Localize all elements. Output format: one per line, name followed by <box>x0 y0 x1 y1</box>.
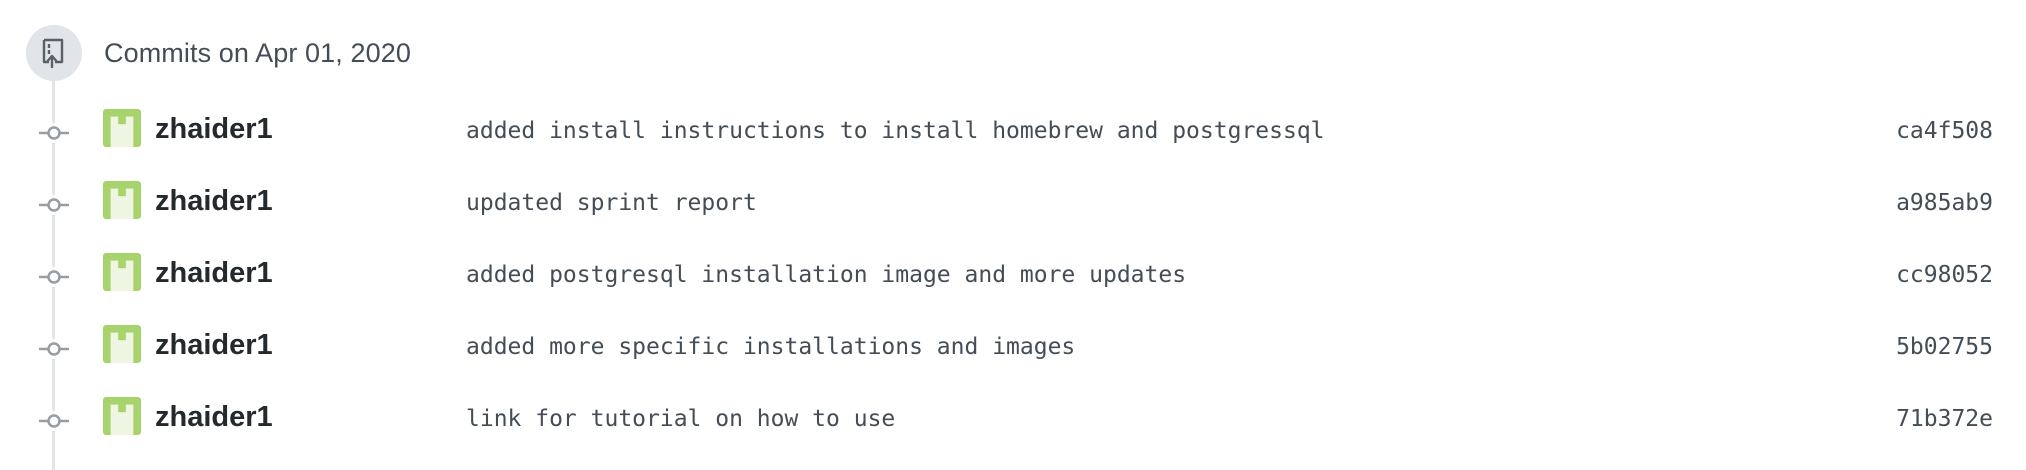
commit-row[interactable]: zhaider1 added postgresql installation i… <box>0 241 2026 313</box>
commit-row[interactable]: zhaider1 link for tutorial on how to use… <box>0 385 2026 457</box>
commit-message-link[interactable]: updated sprint report <box>466 189 757 217</box>
git-commit-icon <box>39 267 69 287</box>
commit-group-header: Commits on Apr 01, 2020 <box>26 24 411 82</box>
avatar[interactable] <box>103 109 141 147</box>
commit-row[interactable]: zhaider1 added more specific installatio… <box>0 313 2026 385</box>
commit-author-link[interactable]: zhaider1 <box>155 329 273 361</box>
commit-sha-link[interactable]: cc98052 <box>1896 261 1993 289</box>
commit-sha-link[interactable]: 5b02755 <box>1896 333 1993 361</box>
avatar[interactable] <box>103 253 141 291</box>
commit-row[interactable]: zhaider1 updated sprint report a985ab9 <box>0 169 2026 241</box>
commit-message-link[interactable]: added more specific installations and im… <box>466 333 1075 361</box>
avatar[interactable] <box>103 397 141 435</box>
commit-sha-link[interactable]: a985ab9 <box>1896 189 1993 217</box>
repo-push-icon <box>26 25 82 81</box>
avatar[interactable] <box>103 181 141 219</box>
git-commit-icon <box>39 195 69 215</box>
commit-message-link[interactable]: added install instructions to install ho… <box>466 117 1325 145</box>
commit-author-link[interactable]: zhaider1 <box>155 401 273 433</box>
commit-message-link[interactable]: added postgresql installation image and … <box>466 261 1186 289</box>
commit-author-link[interactable]: zhaider1 <box>155 185 273 217</box>
commit-row[interactable]: zhaider1 added install instructions to i… <box>0 97 2026 169</box>
commit-author-link[interactable]: zhaider1 <box>155 113 273 145</box>
avatar[interactable] <box>103 325 141 363</box>
commit-message-link[interactable]: link for tutorial on how to use <box>466 405 895 433</box>
commit-author-link[interactable]: zhaider1 <box>155 257 273 289</box>
git-commit-icon <box>39 411 69 431</box>
commit-sha-link[interactable]: ca4f508 <box>1896 117 1993 145</box>
commit-sha-link[interactable]: 71b372e <box>1896 405 1993 433</box>
git-commit-icon <box>39 123 69 143</box>
git-commit-icon <box>39 339 69 359</box>
commit-group-title: Commits on Apr 01, 2020 <box>104 37 411 68</box>
